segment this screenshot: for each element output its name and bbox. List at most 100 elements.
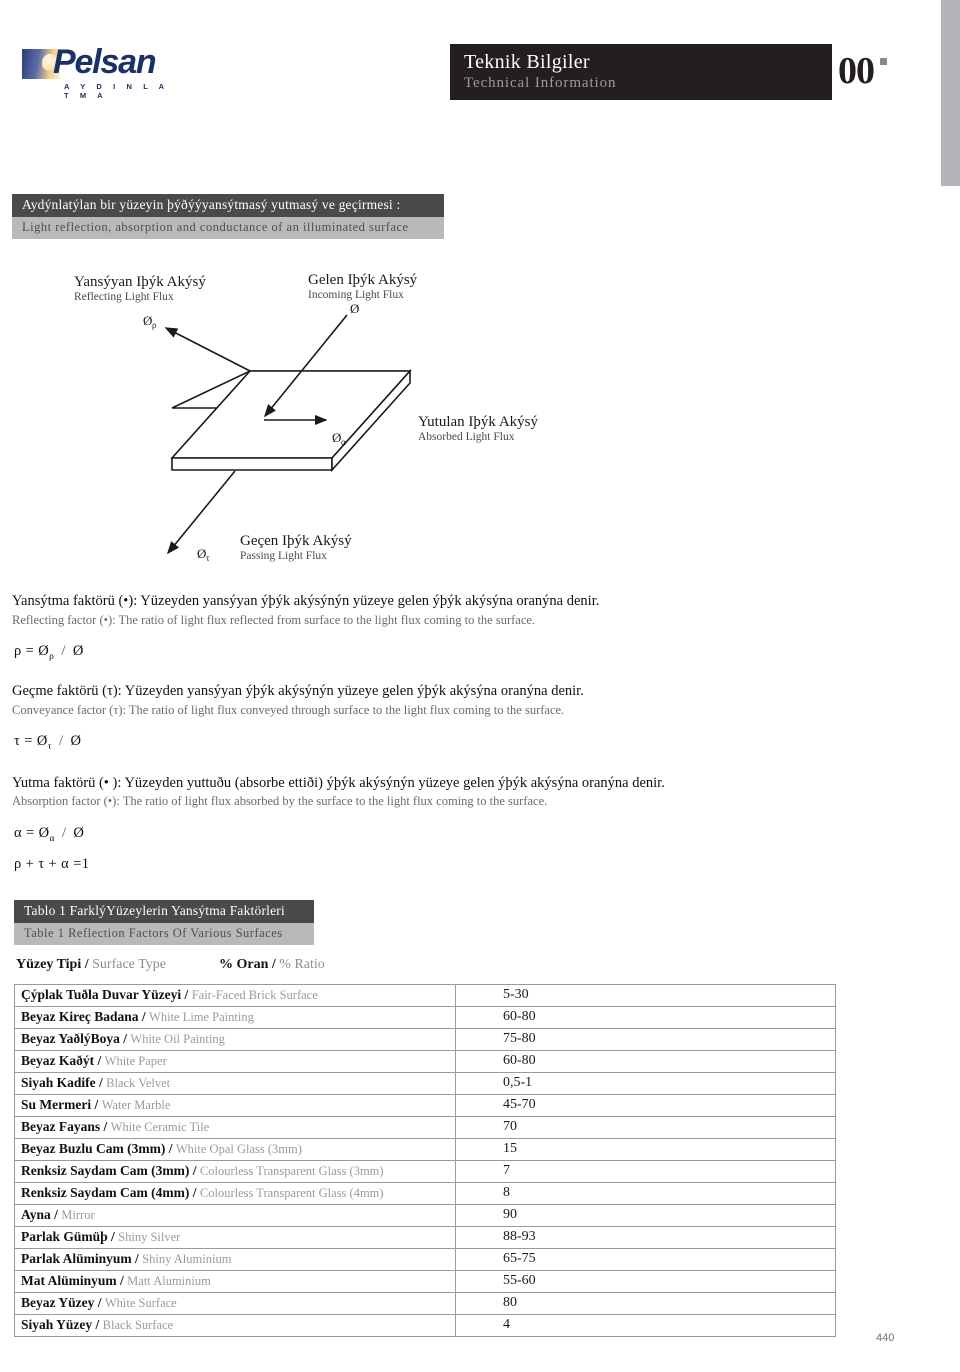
table-banner-en: Table 1 Reflection Factors Of Various Su… — [14, 923, 314, 945]
definition-conveyance: Geçme faktörü (τ): Yüzeyden yansýyan ýþý… — [12, 682, 912, 752]
surface-type-tr: Beyaz Kaðýt — [21, 1053, 95, 1068]
formula-denominator: Ø — [73, 824, 85, 841]
table-row: Beyaz Buzlu Cam (3mm) / White Opal Glass… — [14, 1138, 836, 1161]
passing-symbol: Ø — [197, 546, 206, 561]
table-row: Çýplak Tuðla Duvar Yüzeyi / Fair-Faced B… — [14, 984, 836, 1007]
surface-type-cell: Siyah Kadife / Black Velvet — [14, 1072, 456, 1095]
page-number: 440 — [876, 1332, 895, 1344]
surface-type-cell: Su Mermeri / Water Marble — [14, 1094, 456, 1117]
formula-equals: = — [26, 824, 39, 841]
name-separator: / — [100, 1119, 111, 1134]
surface-type-tr: Beyaz YaðlýBoya — [21, 1031, 120, 1046]
section-banner-en: Light reflection, absorption and conduct… — [12, 217, 444, 239]
ratio-value-cell: 8 — [455, 1182, 836, 1205]
chapter-code-marker-icon — [880, 58, 887, 65]
passing-label-tr: Geçen Iþýk Akýsý — [240, 533, 352, 549]
brand-name: Pelsan — [53, 43, 157, 81]
surface-type-tr: Beyaz Kireç Badana — [21, 1009, 139, 1024]
column-header-tr: % Oran / — [219, 957, 276, 972]
reflecting-symbol-sub: ρ — [152, 320, 157, 330]
ratio-value-cell: 55-60 — [455, 1270, 836, 1293]
name-separator: / — [131, 1251, 143, 1266]
ratio-value-cell: 88-93 — [455, 1226, 836, 1249]
table-row: Parlak Alüminyum / Shiny Aluminium 65-75 — [14, 1248, 836, 1271]
reflecting-symbol: Ø — [143, 313, 152, 328]
surface-type-cell: Mat Alüminyum / Matt Aluminium — [14, 1270, 456, 1293]
ratio-value-cell: 90 — [455, 1204, 836, 1227]
formula-reflecting: ρ = Øρ / Ø — [14, 643, 912, 662]
surface-type-tr: Ayna — [21, 1207, 51, 1222]
ratio-value-cell: 5-30 — [455, 984, 836, 1007]
formula-numerator-sub: τ — [47, 741, 52, 752]
surface-type-cell: Beyaz Buzlu Cam (3mm) / White Opal Glass… — [14, 1138, 456, 1161]
formula-lhs: τ — [14, 733, 21, 750]
surface-type-cell: Ayna / Mirror — [14, 1204, 456, 1227]
surface-type-tr: Beyaz Yüzey — [21, 1295, 95, 1310]
surface-type-tr: Parlak Alüminyum — [21, 1251, 132, 1266]
definition-text-en: Reflecting factor (•): The ratio of ligh… — [12, 612, 536, 627]
table-row: Mat Alüminyum / Matt Aluminium 55-60 — [14, 1270, 836, 1293]
formula-slash: / — [59, 733, 64, 750]
incoming-label-tr: Gelen Iþýk Akýsý — [308, 272, 418, 288]
chapter-code: 00 — [838, 50, 875, 92]
ratio-value-cell: 80 — [455, 1292, 836, 1315]
surface-type-cell: Beyaz Kireç Badana / White Lime Painting — [14, 1006, 456, 1029]
definition-text-en: Absorption factor (•): The ratio of ligh… — [12, 794, 548, 809]
name-separator: / — [138, 1009, 150, 1024]
surface-type-en: White Paper — [104, 1054, 167, 1068]
brand-logo: Pelsan A Y D I N L A T M A — [22, 43, 172, 100]
surface-type-tr: Çýplak Tuðla Duvar Yüzeyi — [21, 987, 182, 1002]
reflected-ray — [164, 327, 251, 372]
formula-equals: = — [25, 643, 39, 660]
surface-type-cell: Beyaz YaðlýBoya / White Oil Painting — [14, 1028, 456, 1051]
surface-type-tr: Beyaz Fayans — [21, 1119, 101, 1134]
surface-type-en: White Lime Painting — [149, 1010, 254, 1024]
column-header-ratio: % Oran / % Ratio — [219, 957, 325, 973]
surface-type-en: White Ceramic Tile — [110, 1120, 210, 1134]
table-row: Renksiz Saydam Cam (4mm) / Colourless Tr… — [14, 1182, 836, 1205]
table-row: Beyaz YaðlýBoya / White Oil Painting 75-8… — [14, 1028, 836, 1051]
ratio-value-cell: 70 — [455, 1116, 836, 1139]
formula-lhs: ρ — [14, 643, 22, 660]
name-separator: / — [94, 1053, 105, 1068]
surface-type-en: Colourless Transparent Glass (3mm) — [199, 1164, 384, 1178]
formula-denominator: Ø — [70, 733, 82, 750]
table-row: Beyaz Fayans / White Ceramic Tile 70 — [14, 1116, 836, 1139]
surface-type-cell: Parlak Alüminyum / Shiny Aluminium — [14, 1248, 456, 1271]
incoming-label-en: Incoming Light Flux — [308, 289, 404, 301]
surface-type-en: Matt Aluminium — [127, 1274, 211, 1288]
definition-absorption: Yutma faktörü (• ): Yüzeyden yuttuðu (ab… — [12, 774, 912, 873]
surface-type-tr: Su Mermeri — [21, 1097, 92, 1112]
formula-numerator-sub: α — [49, 833, 55, 844]
name-separator: / — [107, 1229, 119, 1244]
surface-type-en: Fair-Faced Brick Surface — [191, 988, 318, 1002]
formula-conveyance: τ = Øτ / Ø — [14, 733, 912, 752]
name-separator: / — [50, 1207, 62, 1222]
formula-absorption: α = Øα / Ø — [14, 825, 912, 844]
page-edge-bar — [941, 0, 960, 186]
name-separator: / — [94, 1295, 105, 1310]
name-separator: / — [165, 1141, 176, 1156]
surface-type-cell: Siyah Yüzey / Black Surface — [14, 1314, 456, 1337]
passing-ray — [166, 470, 236, 555]
absorbed-label-en: Absorbed Light Flux — [418, 431, 515, 443]
ratio-value-cell: 75-80 — [455, 1028, 836, 1051]
surface-type-cell: Renksiz Saydam Cam (4mm) / Colourless Tr… — [14, 1182, 456, 1205]
surface-type-tr: Beyaz Buzlu Cam (3mm) — [21, 1141, 166, 1156]
ratio-value-cell: 4 — [455, 1314, 836, 1337]
surface-type-en: Shiny Aluminium — [142, 1252, 232, 1266]
surface-type-tr: Parlak Gümüþ — [21, 1229, 108, 1244]
reflection-factors-table: Çýplak Tuðla Duvar Yüzeyi / Fair-Faced B… — [14, 984, 836, 1337]
formula-slash: / — [61, 643, 66, 660]
definitions-section: Yansýtma faktörü (•): Yüzeyden yansýyan … — [12, 592, 912, 889]
absorbed-symbol-sub: α — [341, 437, 346, 447]
name-separator: / — [189, 1185, 200, 1200]
surface-type-cell: Beyaz Kaðýt / White Paper — [14, 1050, 456, 1073]
ratio-value-cell: 45-70 — [455, 1094, 836, 1117]
surface-type-en: Black Surface — [102, 1318, 174, 1332]
name-separator: / — [189, 1163, 200, 1178]
reflecting-label-en: Reflecting Light Flux — [74, 291, 174, 303]
definition-text-en: Conveyance factor (τ): The ratio of ligh… — [12, 702, 565, 717]
page-subtitle: Technical Information — [464, 75, 617, 91]
surface-type-cell: Beyaz Yüzey / White Surface — [14, 1292, 456, 1315]
